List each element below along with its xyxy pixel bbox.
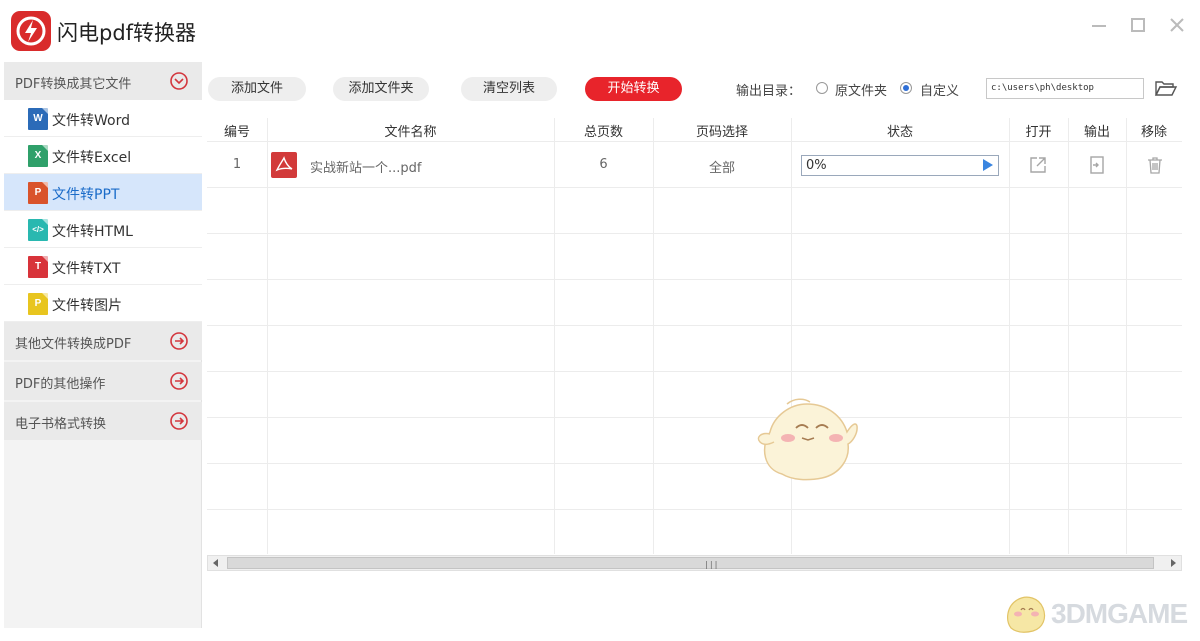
sidebar-group-label: 其他文件转换成PDF bbox=[15, 337, 132, 352]
progress-text: 0% bbox=[806, 158, 827, 173]
column-divider bbox=[791, 118, 792, 554]
column-divider bbox=[653, 118, 654, 554]
row-divider bbox=[207, 417, 1182, 418]
radio-original-label: 原文件夹 bbox=[835, 84, 888, 99]
header-index: 编号 bbox=[223, 125, 250, 140]
row-divider bbox=[207, 371, 1182, 372]
file-table: 编号 文件名称 总页数 页码选择 状态 打开 输出 移除 1 实战新站一个...… bbox=[207, 118, 1182, 554]
watermark-text: 3DMGAME bbox=[1051, 598, 1188, 629]
scroll-left-icon[interactable] bbox=[213, 559, 218, 567]
chevron-right-circle-icon bbox=[169, 331, 189, 351]
output-icon[interactable] bbox=[1087, 155, 1107, 175]
add-folder-button[interactable]: 添加文件夹 bbox=[333, 77, 429, 101]
chevron-right-circle-icon bbox=[169, 371, 189, 391]
header-open: 打开 bbox=[1025, 125, 1052, 140]
row-divider bbox=[207, 325, 1182, 326]
scroll-right-icon[interactable] bbox=[1171, 559, 1176, 567]
row-divider bbox=[207, 279, 1182, 280]
output-path-input[interactable]: c:\users\ph\desktop bbox=[986, 78, 1144, 99]
row-pages: 6 bbox=[599, 157, 608, 172]
row-page-select[interactable]: 全部 bbox=[653, 157, 791, 176]
radio-original-folder[interactable] bbox=[816, 82, 828, 94]
ppt-file-icon: P bbox=[28, 182, 48, 204]
image-file-icon: P bbox=[28, 293, 48, 315]
row-progress-bar: 0% bbox=[801, 155, 999, 176]
header-output: 输出 bbox=[1083, 125, 1110, 140]
trash-icon[interactable] bbox=[1145, 155, 1165, 175]
column-divider bbox=[267, 118, 268, 554]
sidebar: PDF转换成其它文件 W 文件转Word X 文件转Excel P 文件转PPT… bbox=[4, 62, 202, 628]
header-remove: 移除 bbox=[1140, 125, 1167, 140]
radio-custom-folder[interactable] bbox=[900, 82, 912, 94]
sidebar-item-label: 文件转TXT bbox=[52, 261, 121, 277]
row-divider bbox=[207, 463, 1182, 464]
horizontal-scrollbar[interactable]: ||| bbox=[207, 555, 1182, 571]
chevron-right-circle-icon bbox=[169, 411, 189, 431]
sidebar-group-pdf-to-other[interactable]: PDF转换成其它文件 bbox=[4, 62, 202, 100]
sidebar-item-label: 文件转Word bbox=[52, 113, 130, 129]
row-divider bbox=[207, 187, 1182, 188]
sidebar-group-label: PDF的其他操作 bbox=[15, 377, 106, 392]
minimize-icon[interactable] bbox=[1088, 14, 1110, 36]
sidebar-item-label: 文件转HTML bbox=[52, 224, 133, 240]
sidebar-item-image[interactable]: P 文件转图片 bbox=[4, 285, 202, 322]
sidebar-item-word[interactable]: W 文件转Word bbox=[4, 100, 202, 137]
html-file-icon: </> bbox=[28, 219, 48, 241]
sidebar-group-label: PDF转换成其它文件 bbox=[15, 77, 132, 92]
close-icon[interactable] bbox=[1166, 14, 1188, 36]
sidebar-item-txt[interactable]: T 文件转TXT bbox=[4, 248, 202, 285]
row-filename: 实战新站一个...pdf bbox=[310, 161, 422, 176]
row-index: 1 bbox=[232, 157, 242, 172]
title-bar: 闪电pdf转换器 bbox=[0, 0, 1200, 62]
row-divider bbox=[207, 233, 1182, 234]
header-page-select: 页码选择 bbox=[695, 125, 748, 140]
sidebar-group-other-to-pdf[interactable]: 其他文件转换成PDF bbox=[4, 322, 202, 360]
sidebar-item-label: 文件转图片 bbox=[52, 298, 122, 314]
sidebar-item-ppt[interactable]: P 文件转PPT bbox=[4, 174, 202, 211]
header-status: 状态 bbox=[886, 125, 913, 140]
mascot-illustration bbox=[752, 394, 862, 484]
header-divider bbox=[207, 141, 1182, 142]
sidebar-item-excel[interactable]: X 文件转Excel bbox=[4, 137, 202, 174]
radio-custom-label: 自定义 bbox=[920, 84, 960, 99]
column-divider bbox=[1126, 118, 1127, 554]
sidebar-item-label: 文件转Excel bbox=[52, 150, 132, 166]
grip-icon: ||| bbox=[704, 560, 719, 569]
output-dir-label: 输出目录： bbox=[736, 84, 802, 99]
watermark: 3DMGAME bbox=[1003, 588, 1195, 638]
app-logo-icon bbox=[11, 11, 51, 51]
excel-file-icon: X bbox=[28, 145, 48, 167]
row-divider bbox=[207, 509, 1182, 510]
scroll-thumb[interactable]: ||| bbox=[227, 557, 1154, 569]
app-title: 闪电pdf转换器 bbox=[57, 21, 197, 45]
column-divider bbox=[1009, 118, 1010, 554]
column-divider bbox=[1068, 118, 1069, 554]
play-icon[interactable] bbox=[983, 159, 993, 171]
chevron-down-circle-icon bbox=[169, 71, 189, 91]
watermark-mascot-icon bbox=[1007, 596, 1046, 633]
column-divider bbox=[554, 118, 555, 554]
header-filename: 文件名称 bbox=[384, 125, 437, 140]
open-external-icon[interactable] bbox=[1028, 155, 1048, 175]
sidebar-item-html[interactable]: </> 文件转HTML bbox=[4, 211, 202, 248]
pdf-file-icon bbox=[271, 152, 297, 178]
clear-list-button[interactable]: 清空列表 bbox=[461, 77, 557, 101]
sidebar-group-ebook[interactable]: 电子书格式转换 bbox=[4, 402, 202, 440]
sidebar-group-label: 电子书格式转换 bbox=[15, 417, 107, 432]
header-pages: 总页数 bbox=[583, 125, 623, 140]
word-file-icon: W bbox=[28, 108, 48, 130]
folder-open-icon[interactable] bbox=[1154, 78, 1178, 98]
sidebar-group-pdf-other-ops[interactable]: PDF的其他操作 bbox=[4, 362, 202, 400]
sidebar-item-label: 文件转PPT bbox=[52, 187, 120, 203]
start-convert-button[interactable]: 开始转换 bbox=[585, 77, 682, 101]
add-file-button[interactable]: 添加文件 bbox=[208, 77, 306, 101]
txt-file-icon: T bbox=[28, 256, 48, 278]
maximize-icon[interactable] bbox=[1127, 14, 1149, 36]
